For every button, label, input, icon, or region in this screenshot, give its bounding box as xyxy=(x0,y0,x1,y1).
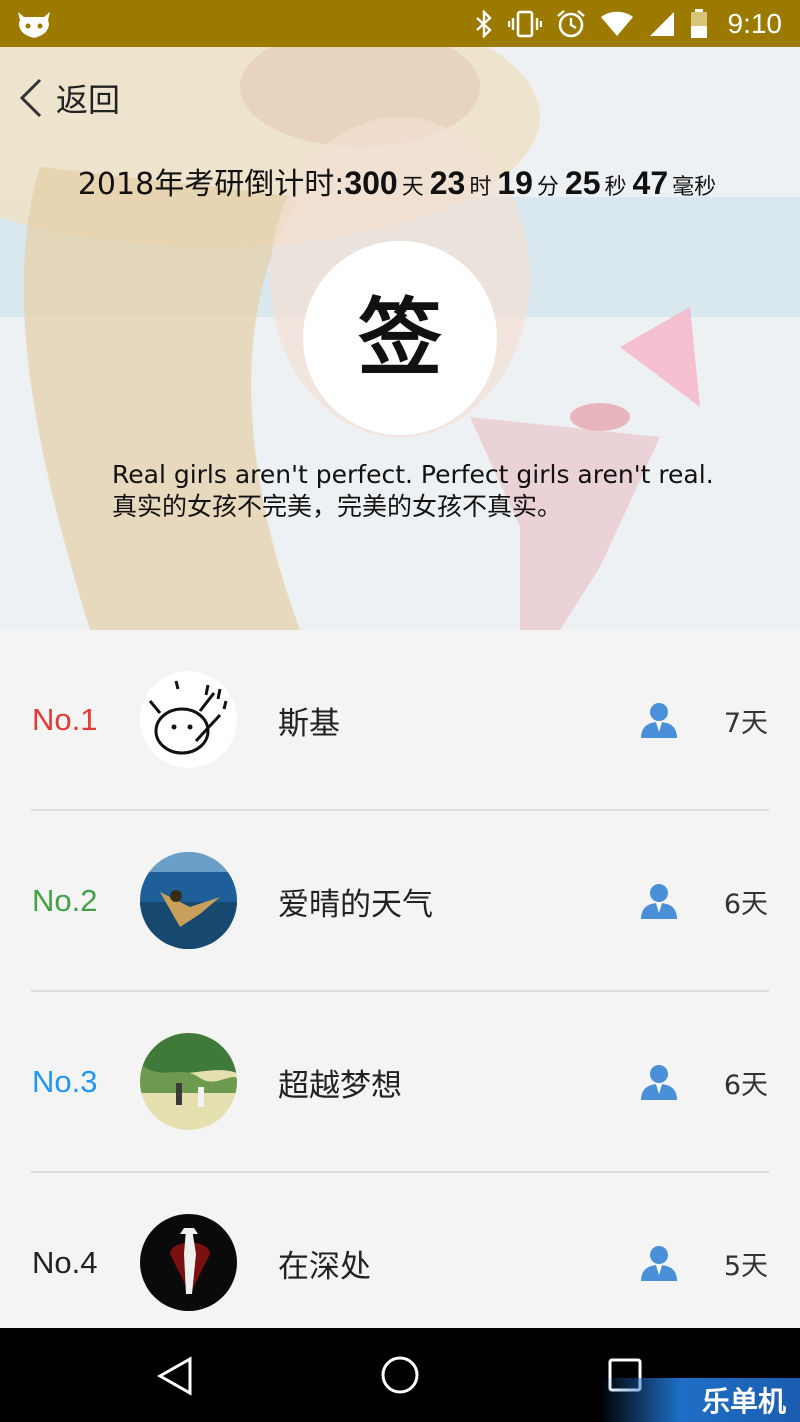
user-name: 斯基 xyxy=(278,705,340,742)
streak-days: 7天 xyxy=(723,707,768,739)
countdown-hours-unit: 时 xyxy=(469,175,492,200)
streak-days: 6天 xyxy=(723,1069,768,1101)
quote-chinese: 真实的女孩不完美，完美的女孩不真实。 xyxy=(112,492,563,521)
user-icon xyxy=(641,1065,677,1100)
watermark: 乐单机 xyxy=(600,1378,800,1422)
user-name: 在深处 xyxy=(278,1248,371,1285)
streak-days: 6天 xyxy=(723,888,768,920)
status-icons: 9:10 xyxy=(474,0,783,47)
status-bar: 9:10 xyxy=(0,0,800,47)
avatar xyxy=(140,671,237,768)
chevron-left-icon xyxy=(19,78,42,118)
back-label: 返回 xyxy=(56,81,121,119)
watermark-text: 乐单机 xyxy=(701,1385,786,1418)
back-nav-icon[interactable] xyxy=(156,1356,194,1396)
user-icon xyxy=(641,703,677,738)
exam-countdown: 2018年考研倒计时:300 天 23 时 19 分 25 秒 47 毫秒 xyxy=(0,159,800,203)
countdown-minutes-unit: 分 xyxy=(536,175,559,200)
avatar xyxy=(140,852,237,949)
user-name: 超越梦想 xyxy=(278,1067,402,1104)
rank-label: No.2 xyxy=(32,883,98,918)
navigation-bar: 乐单机 xyxy=(0,1328,800,1422)
rank-label: No.1 xyxy=(32,702,98,737)
wifi-icon xyxy=(600,11,633,36)
list-item[interactable]: No.1 斯基 7天 xyxy=(0,630,800,811)
streak-days: 5天 xyxy=(723,1250,768,1282)
rank-label: No.3 xyxy=(32,1064,98,1099)
user-icon xyxy=(641,884,677,919)
header-banner: 返回 2018年考研倒计时:300 天 23 时 19 分 25 秒 47 毫秒 签 Real g… xyxy=(0,47,800,630)
app-icon xyxy=(18,12,50,38)
quote-english: Real girls aren't perfect. Perfect girls… xyxy=(112,460,714,489)
countdown-minutes: 19 xyxy=(497,165,533,201)
clock: 9:10 xyxy=(727,7,783,39)
ranking-list: No.1 斯基 7天 No.2 爱晴的天气 6天 No.3 超越梦想 6天 No… xyxy=(0,630,800,1354)
countdown-days: 300 xyxy=(344,165,398,201)
user-name: 爱晴的天气 xyxy=(278,886,433,923)
check-in-button[interactable]: 签 xyxy=(303,241,497,435)
countdown-ms: 47 xyxy=(632,165,669,201)
signal-icon xyxy=(649,11,674,36)
check-in-label: 签 xyxy=(357,289,442,387)
countdown-hours: 23 xyxy=(429,165,466,201)
list-item[interactable]: No.2 爱晴的天气 6天 xyxy=(0,811,800,992)
list-item[interactable]: No.4 在深处 5天 xyxy=(0,1173,800,1354)
bluetooth-icon xyxy=(475,9,492,38)
alarm-icon xyxy=(556,9,585,37)
home-nav-icon[interactable] xyxy=(380,1355,420,1395)
back-button[interactable]: 返回 xyxy=(18,75,120,121)
avatar xyxy=(140,1033,237,1130)
list-item[interactable]: No.3 超越梦想 6天 xyxy=(0,992,800,1173)
countdown-days-unit: 天 xyxy=(401,175,424,200)
countdown-seconds-unit: 秒 xyxy=(604,175,627,200)
countdown-seconds: 25 xyxy=(564,165,601,201)
countdown-ms-unit: 毫秒 xyxy=(672,175,717,200)
user-icon xyxy=(641,1246,677,1281)
rank-label: No.4 xyxy=(32,1245,98,1280)
battery-icon xyxy=(690,8,707,38)
avatar xyxy=(140,1214,237,1311)
vibrate-icon xyxy=(507,10,542,37)
daily-quote: Real girls aren't perfect. Perfect girls… xyxy=(112,459,714,523)
countdown-prefix: 2018年考研倒计时: xyxy=(77,167,345,202)
